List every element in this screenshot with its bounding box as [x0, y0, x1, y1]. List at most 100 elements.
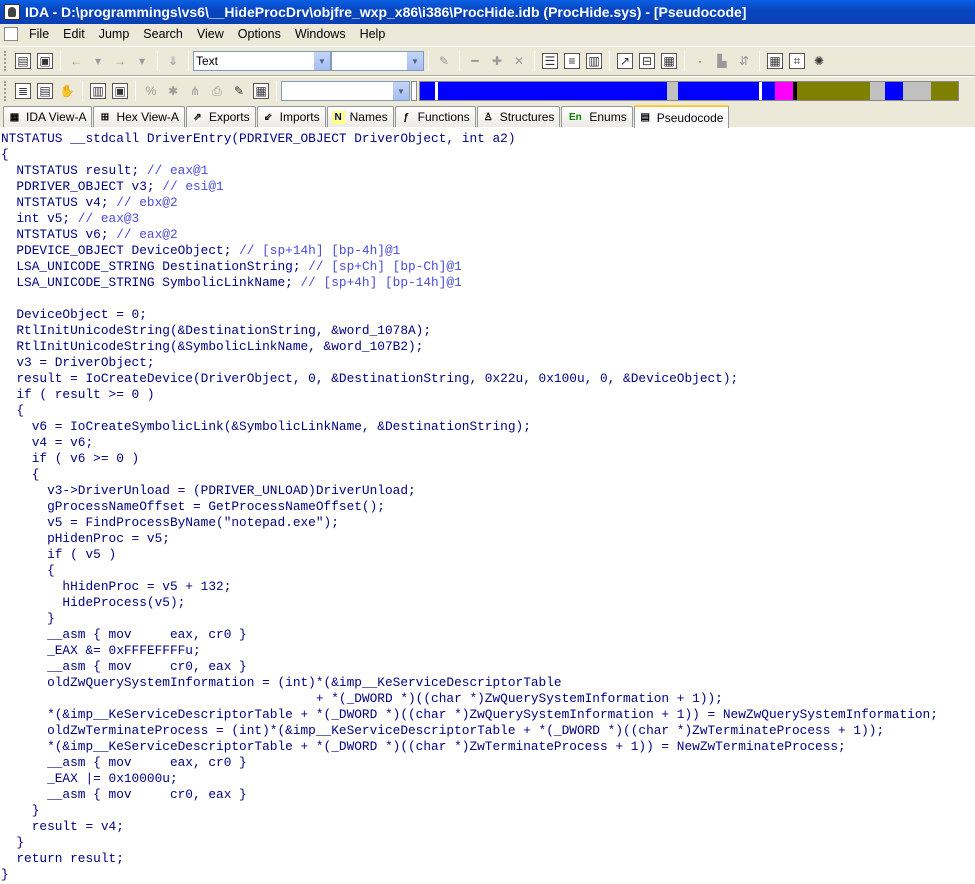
code-line[interactable]: } — [0, 867, 975, 883]
hand-icon[interactable]: ✋ — [59, 83, 75, 99]
jump-icon[interactable]: ⇓ — [165, 53, 181, 69]
code-line[interactable]: if ( v5 ) — [0, 547, 975, 563]
forward-dropdown-icon[interactable]: ▾ — [134, 53, 150, 69]
print-icon[interactable]: ⎙ — [209, 83, 225, 99]
graph-view-icon[interactable]: ☰ — [542, 53, 558, 69]
tab-structures[interactable]: ♙ Structures — [476, 106, 561, 127]
menu-file[interactable]: File — [22, 27, 56, 41]
code-line[interactable]: } — [0, 611, 975, 627]
code-line[interactable]: v6 = IoCreateSymbolicLink(&SymbolicLinkN… — [0, 419, 975, 435]
code-line[interactable]: NTSTATUS v6; // eax@2 — [0, 227, 975, 243]
code-line[interactable]: if ( result >= 0 ) — [0, 387, 975, 403]
code-line[interactable]: { — [0, 563, 975, 579]
code-line[interactable]: NTSTATUS __stdcall DriverEntry(PDRIVER_O… — [0, 131, 975, 147]
code-line[interactable] — [0, 291, 975, 307]
code-line[interactable]: } — [0, 803, 975, 819]
code-line[interactable]: __asm { mov cr0, eax } — [0, 787, 975, 803]
window-titlebar[interactable]: IDA - D:\programmings\vs6\__HideProcDrv\… — [0, 0, 975, 24]
code-line[interactable]: v4 = v6; — [0, 435, 975, 451]
color-grid-icon[interactable]: ▦ — [253, 83, 269, 99]
code-line[interactable]: HideProcess(v5); — [0, 595, 975, 611]
code-line[interactable]: LSA_UNICODE_STRING DestinationString; //… — [0, 259, 975, 275]
menu-view[interactable]: View — [190, 27, 231, 41]
pseudocode-view[interactable]: NTSTATUS __stdcall DriverEntry(PDRIVER_O… — [0, 128, 975, 884]
code-icon[interactable]: ⊟ — [639, 53, 655, 69]
code-line[interactable]: _EAX |= 0x10000u; — [0, 771, 975, 787]
back-icon[interactable]: ← — [68, 53, 84, 69]
code-line[interactable]: NTSTATUS result; // eax@1 — [0, 163, 975, 179]
code-line[interactable]: __asm { mov eax, cr0 } — [0, 755, 975, 771]
code-line[interactable]: v5 = FindProcessByName("notepad.exe"); — [0, 515, 975, 531]
code-line[interactable]: + *(_DWORD *)((char *)ZwQuerySystemInfor… — [0, 691, 975, 707]
close-icon[interactable]: ✕ — [511, 53, 527, 69]
names-select[interactable]: ▼ — [281, 81, 410, 101]
tab-pseudocode[interactable]: ▤ Pseudocode — [633, 105, 730, 128]
code-line[interactable]: PDRIVER_OBJECT v3; // esi@1 — [0, 179, 975, 195]
code-line[interactable]: oldZwTerminateProcess = (int)*(&imp__KeS… — [0, 723, 975, 739]
chevron-down-icon[interactable]: ▼ — [392, 82, 409, 100]
navbar-handle[interactable] — [411, 81, 417, 101]
xref-icon[interactable]: ↗ — [617, 53, 633, 69]
tab-functions[interactable]: ƒ Functions — [394, 106, 476, 127]
tab-exports[interactable]: ⇗ Exports — [185, 106, 256, 127]
chevron-down-icon[interactable]: ▼ — [406, 52, 423, 70]
toolbar-grip[interactable] — [4, 81, 8, 101]
code-line[interactable]: *(&imp__KeServiceDescriptorTable + *(_DW… — [0, 707, 975, 723]
tab-enums[interactable]: En Enums — [561, 106, 633, 127]
display-mode-select[interactable]: Text ▼ — [193, 51, 331, 71]
code-line[interactable]: result = IoCreateDevice(DriverObject, 0,… — [0, 371, 975, 387]
settings-icon[interactable]: ✺ — [811, 53, 827, 69]
menu-windows[interactable]: Windows — [288, 27, 353, 41]
list-icon[interactable]: ▥ — [90, 83, 106, 99]
code-line[interactable]: v3->DriverUnload = (PDRIVER_UNLOAD)Drive… — [0, 483, 975, 499]
minus-icon[interactable]: ━ — [467, 53, 483, 69]
flow-icon[interactable]: ⇵ — [736, 53, 752, 69]
dot-icon[interactable]: · — [692, 53, 708, 69]
code-line[interactable]: if ( v6 >= 0 ) — [0, 451, 975, 467]
code-line[interactable]: RtlInitUnicodeString(&SymbolicLinkName, … — [0, 339, 975, 355]
calculator-icon[interactable]: ▦ — [767, 53, 783, 69]
plus-icon[interactable]: ✚ — [489, 53, 505, 69]
code-line[interactable]: PDEVICE_OBJECT DeviceObject; // [sp+14h]… — [0, 243, 975, 259]
image-icon[interactable]: ▣ — [112, 83, 128, 99]
wrench-icon[interactable]: ✎ — [231, 83, 247, 99]
code-line[interactable]: _EAX &= 0xFFFEFFFFu; — [0, 643, 975, 659]
hex-view-icon[interactable]: ▤ — [37, 83, 53, 99]
code-line[interactable]: v3 = DriverObject; — [0, 355, 975, 371]
navigation-band[interactable] — [419, 81, 959, 101]
code-line[interactable]: NTSTATUS v4; // ebx@2 — [0, 195, 975, 211]
toolbar-grip[interactable] — [4, 51, 8, 71]
code-line[interactable]: __asm { mov cr0, eax } — [0, 659, 975, 675]
back-dropdown-icon[interactable]: ▾ — [90, 53, 106, 69]
menu-help[interactable]: Help — [353, 27, 393, 41]
tab-ida-view-a[interactable]: ▦ IDA View-A — [3, 106, 93, 127]
window-icon[interactable]: ▦ — [661, 53, 677, 69]
text-view-icon[interactable]: ≣ — [15, 83, 31, 99]
chart-icon[interactable]: ▙ — [714, 53, 730, 69]
code-line[interactable]: *(&imp__KeServiceDescriptorTable + *(_DW… — [0, 739, 975, 755]
pen-icon[interactable]: ✎ — [436, 53, 452, 69]
menu-search[interactable]: Search — [136, 27, 190, 41]
proximity-icon[interactable]: ≡ — [564, 53, 580, 69]
percent-icon[interactable]: % — [143, 83, 159, 99]
code-line[interactable]: { — [0, 403, 975, 419]
secondary-select[interactable]: ▼ — [331, 51, 424, 71]
code-line[interactable]: int v5; // eax@3 — [0, 211, 975, 227]
code-line[interactable]: result = v4; — [0, 819, 975, 835]
plugin-icon[interactable]: ⌗ — [789, 53, 805, 69]
tree-icon[interactable]: ⋔ — [187, 83, 203, 99]
chevron-down-icon[interactable]: ▼ — [313, 52, 330, 70]
code-line[interactable]: pHidenProc = v5; — [0, 531, 975, 547]
tab-hex-view-a[interactable]: ⊞ Hex View-A — [93, 106, 185, 127]
menu-jump[interactable]: Jump — [92, 27, 137, 41]
columns-icon[interactable]: ▥ — [586, 53, 602, 69]
code-line[interactable]: LSA_UNICODE_STRING SymbolicLinkName; // … — [0, 275, 975, 291]
code-line[interactable]: __asm { mov eax, cr0 } — [0, 627, 975, 643]
code-line[interactable]: return result; — [0, 851, 975, 867]
code-line[interactable]: { — [0, 467, 975, 483]
save-icon[interactable]: ▣ — [37, 53, 53, 69]
forward-icon[interactable]: → — [112, 53, 128, 69]
document-icon[interactable] — [4, 27, 18, 41]
code-line[interactable]: oldZwQuerySystemInformation = (int)*(&im… — [0, 675, 975, 691]
code-line[interactable]: { — [0, 147, 975, 163]
